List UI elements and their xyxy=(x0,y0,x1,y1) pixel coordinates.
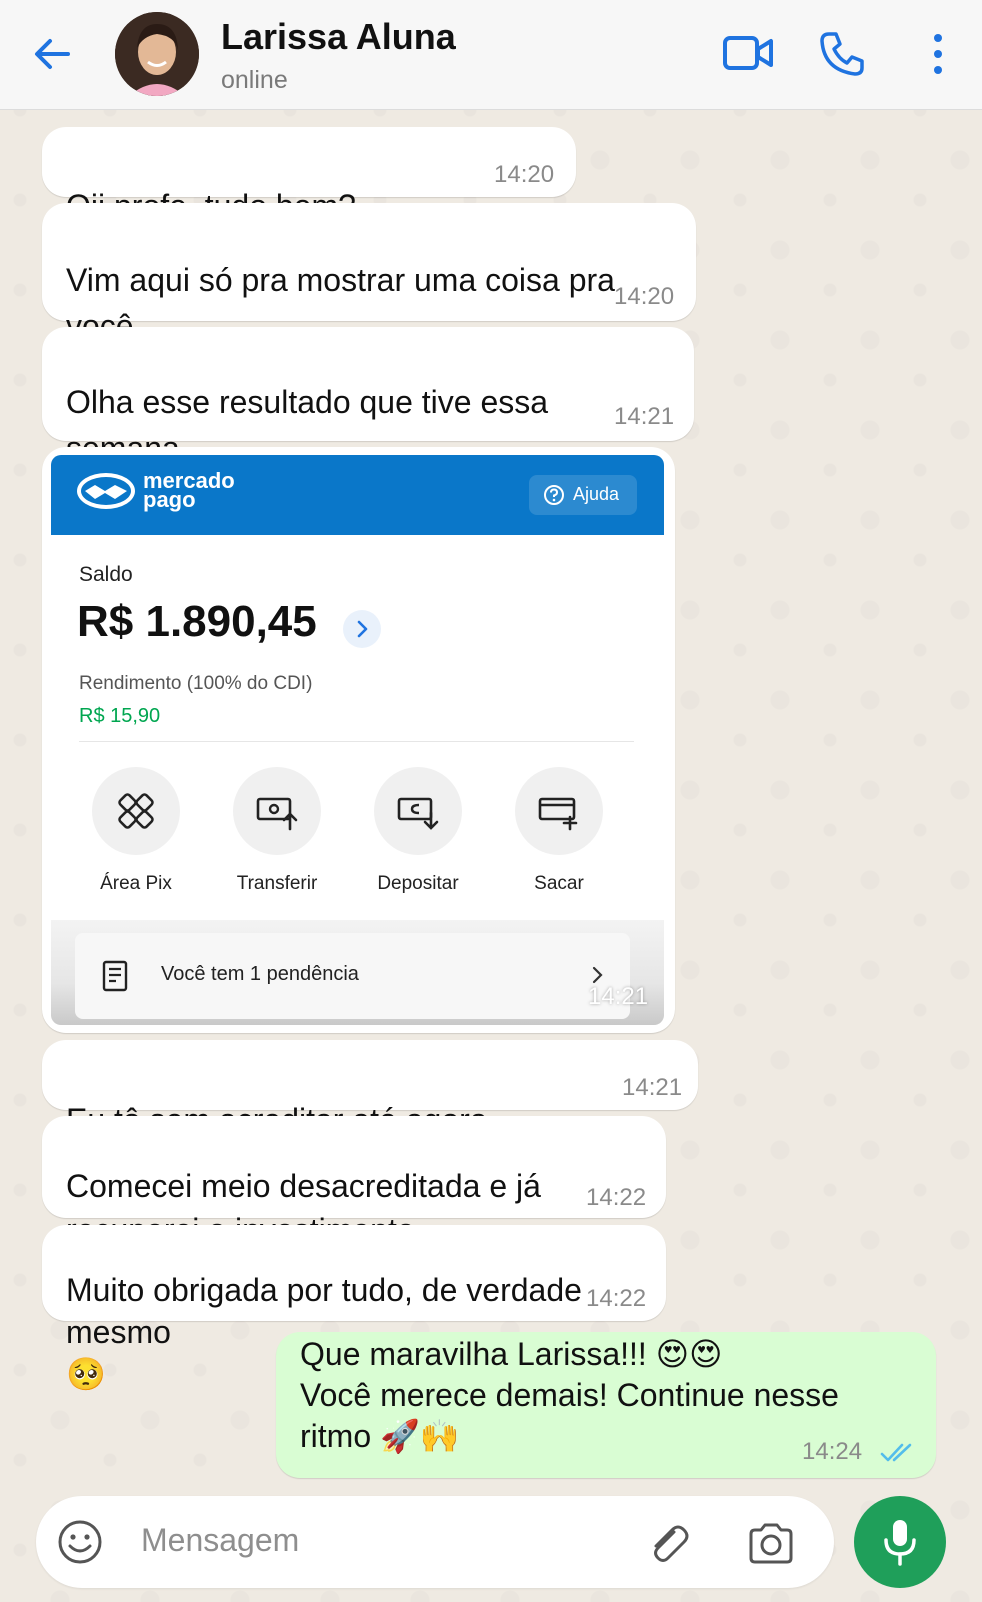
pending-row: Você tem 1 pendência xyxy=(75,933,630,1019)
more-vertical-icon[interactable] xyxy=(928,30,948,78)
avatar[interactable] xyxy=(115,12,199,96)
message-time: 14:21 xyxy=(614,403,675,430)
contact-name[interactable]: Larissa Aluna xyxy=(221,16,456,58)
withdraw-icon xyxy=(538,797,578,831)
action-label: Depositar xyxy=(377,873,459,894)
help-label: Ajuda xyxy=(573,484,620,504)
message-text: Você merece demais! Continue nesse xyxy=(300,1377,839,1413)
mp-logo-text: mercado pago xyxy=(143,468,235,512)
message-bubble-incoming[interactable]: Olha esse resultado que tive essa semana… xyxy=(42,327,694,513)
message-bubble-outgoing[interactable]: Que maravilha Larissa!!! 😍😍 Você merece … xyxy=(276,1332,936,1478)
message-time: 14:22 xyxy=(586,1285,647,1312)
question-circle-icon xyxy=(544,485,564,505)
back-arrow-icon[interactable] xyxy=(28,30,76,78)
action-transfer-circle xyxy=(233,767,321,855)
microphone-icon xyxy=(884,1520,916,1566)
message-text: Que maravilha Larissa!!! xyxy=(300,1336,647,1372)
message-time: 14:20 xyxy=(494,161,555,188)
chat-header: Larissa Aluna online xyxy=(0,0,982,110)
video-call-icon[interactable] xyxy=(722,30,774,76)
emoji-icon[interactable] xyxy=(56,1518,104,1566)
message-time: 14:24 xyxy=(802,1438,863,1465)
mercado-pago-logo-icon xyxy=(77,473,135,509)
message-emoji: 🥺 xyxy=(66,1355,106,1393)
divider xyxy=(79,741,634,742)
message-time: 14:22 xyxy=(586,1184,647,1211)
message-bubble-incoming[interactable]: Eu tô sem acreditar até agora 😭❤️ 14:21 xyxy=(42,1040,698,1185)
message-bubble-incoming[interactable]: Muito obrigada por tudo, de verdade mesm… xyxy=(42,1225,666,1393)
document-icon xyxy=(102,960,128,992)
pending-text: Você tem 1 pendência xyxy=(161,963,359,985)
yield-label: Rendimento (100% do CDI) xyxy=(79,673,313,694)
message-bubble-incoming[interactable]: Comecei meio desacreditada e já recupere… xyxy=(42,1116,666,1293)
message-bubble-incoming[interactable]: Vim aqui só pra mostrar uma coisa pra vo… xyxy=(42,203,696,391)
help-button: Ajuda xyxy=(529,475,637,515)
action-withdraw-circle xyxy=(515,767,603,855)
mp-app-bar: mercado pago Ajuda xyxy=(51,455,664,535)
message-time: 14:21 xyxy=(622,1074,683,1101)
action-label: Sacar xyxy=(534,873,584,894)
read-ticks-icon xyxy=(880,1443,912,1462)
message-text: ritmo xyxy=(300,1418,372,1454)
yield-value: R$ 15,90 xyxy=(79,705,161,727)
message-composer: Mensagem xyxy=(36,1496,834,1588)
message-bubble-incoming[interactable]: Oii profe, tudo bem? 😊 14:20 xyxy=(42,127,576,271)
phone-icon[interactable] xyxy=(818,30,866,78)
message-input[interactable]: Mensagem xyxy=(141,1522,299,1559)
message-time: 14:20 xyxy=(614,283,675,310)
contact-status: online xyxy=(221,66,288,94)
balance-value: R$ 1.890,45 xyxy=(77,597,317,646)
message-emoji: 🚀🙌 xyxy=(380,1417,460,1455)
transfer-icon xyxy=(256,797,298,831)
balance-label: Saldo xyxy=(79,563,133,586)
avatar-photo xyxy=(115,12,199,96)
screenshot-image[interactable]: mercado pago Ajuda Saldo R$ 1.890,45 Ren… xyxy=(51,455,664,1025)
chevron-right-icon xyxy=(357,620,368,638)
message-emoji: 😍😍 xyxy=(655,1335,723,1373)
balance-chevron xyxy=(343,610,381,648)
image-message-time: 14:21 xyxy=(588,983,649,1010)
action-label: Área Pix xyxy=(100,873,172,894)
action-withdraw: Sacar xyxy=(499,767,619,897)
action-label: Transferir xyxy=(236,873,318,894)
pix-icon xyxy=(118,793,154,829)
attachment-icon[interactable] xyxy=(644,1518,692,1566)
action-deposit-circle xyxy=(374,767,462,855)
deposit-icon xyxy=(397,797,439,830)
action-pix: Área Pix xyxy=(76,767,196,897)
action-deposit: Depositar xyxy=(358,767,478,897)
microphone-button[interactable] xyxy=(854,1496,946,1588)
camera-icon[interactable] xyxy=(746,1520,796,1566)
action-transfer: Transferir xyxy=(217,767,337,897)
action-pix-circle xyxy=(92,767,180,855)
